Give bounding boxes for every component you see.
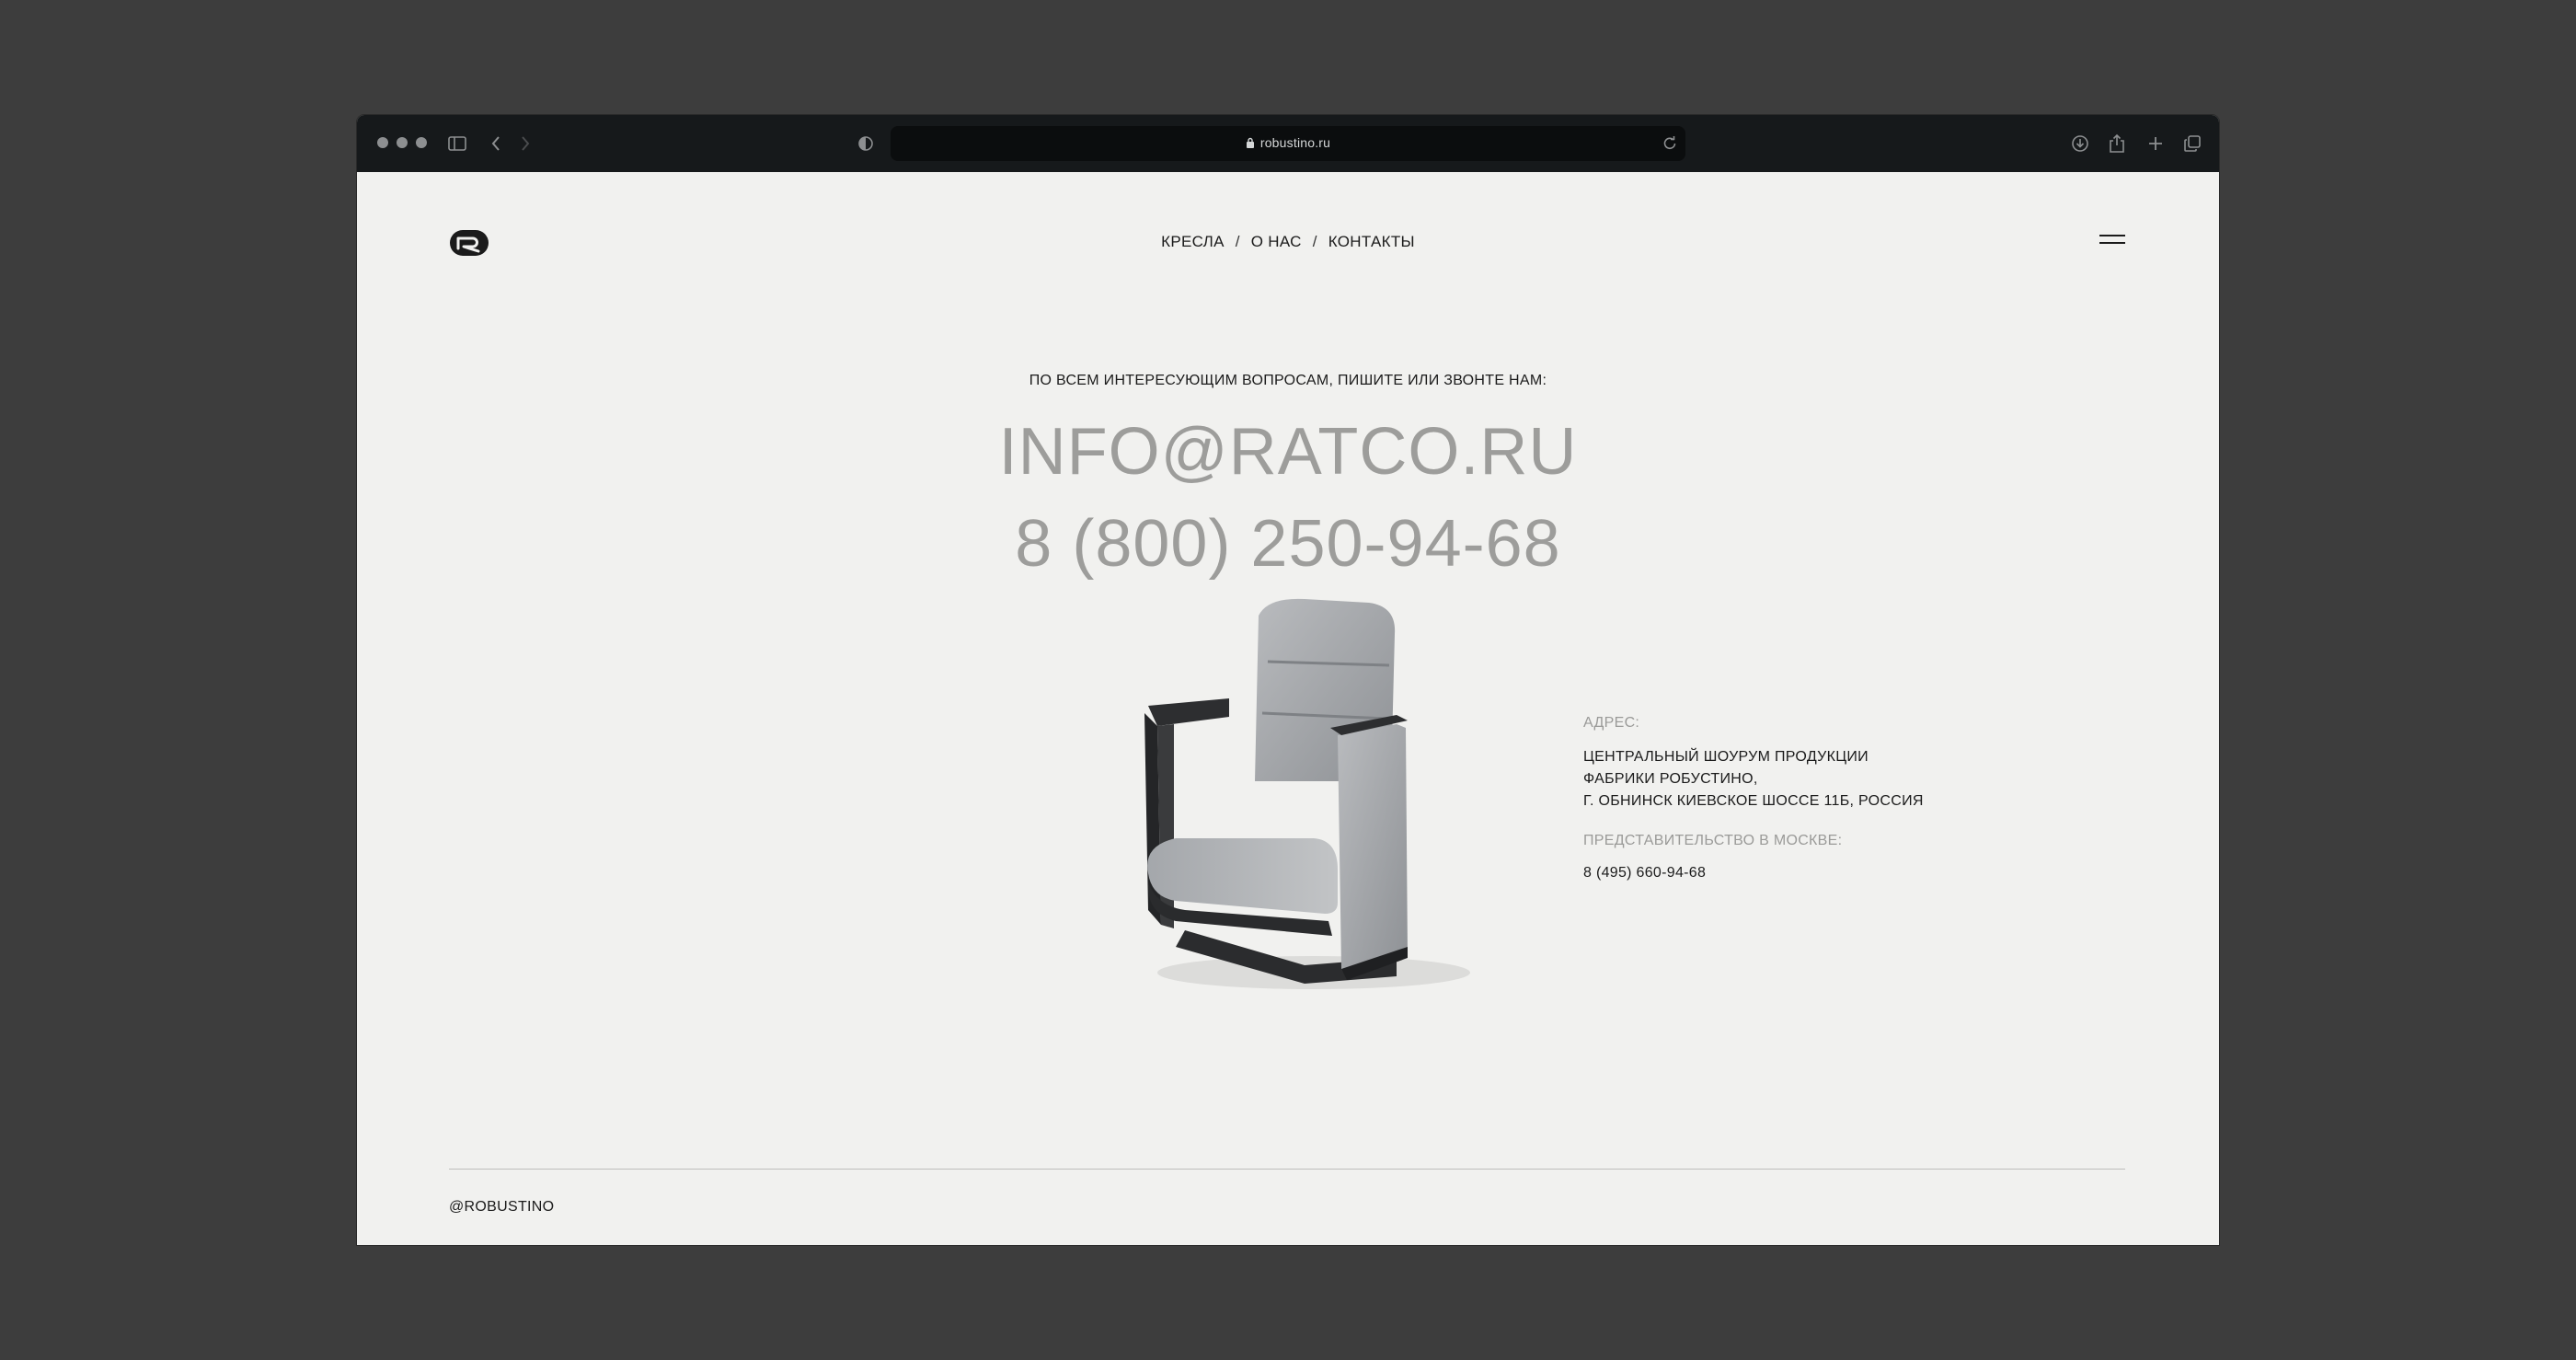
browser-toolbar: robustino.ru xyxy=(357,115,2219,172)
lock-icon xyxy=(1246,137,1254,148)
footer-divider xyxy=(449,1169,2125,1170)
footer-social-handle[interactable]: @ROBUSTINO xyxy=(449,1199,554,1216)
window-controls xyxy=(377,133,427,152)
minimize-window-dot[interactable] xyxy=(397,137,408,148)
address-block: АДРЕС: ЦЕНТРАЛЬНЫЙ ШОУРУМ ПРОДУКЦИИ ФАБР… xyxy=(1583,715,1924,884)
page-content: КРЕСЛА / О НАС / КОНТАКТЫ ПО ВСЕМ ИНТЕРЕСУЮЩ… xyxy=(357,172,2219,1245)
nav-separator: / xyxy=(1235,233,1240,250)
address-line: Г. ОБНИНСК КИЕВСКОЕ ШОССЕ 11Б, РОССИЯ xyxy=(1583,793,1924,809)
url-text: robustino.ru xyxy=(1259,135,1331,150)
reload-icon[interactable] xyxy=(1660,133,1680,154)
close-window-dot[interactable] xyxy=(377,137,388,148)
url-display[interactable]: robustino.ru xyxy=(891,135,1685,150)
zoom-window-dot[interactable] xyxy=(416,137,427,148)
chair-image xyxy=(1121,597,1507,1002)
address-line: ЦЕНТРАЛЬНЫЙ ШОУРУМ ПРОДУКЦИИ xyxy=(1583,749,1869,765)
main-nav: КРЕСЛА / О НАС / КОНТАКТЫ xyxy=(357,233,2219,251)
browser-window: robustino.ru КРЕСЛА / О НАС / КОНТАКТЫ П… xyxy=(357,115,2219,1245)
nav-item-about[interactable]: О НАС xyxy=(1251,233,1302,250)
burger-line xyxy=(2099,242,2125,244)
nav-item-chairs[interactable]: КРЕСЛА xyxy=(1161,233,1225,250)
share-icon[interactable] xyxy=(2105,132,2129,156)
contact-phone-link[interactable]: 8 (800) 250-94-68 xyxy=(357,511,2219,577)
menu-burger-icon[interactable] xyxy=(2099,235,2125,249)
back-arrow-icon[interactable] xyxy=(484,132,508,156)
new-tab-plus-icon[interactable] xyxy=(2144,132,2168,156)
address-line: ФАБРИКИ РОБУСТИНО, xyxy=(1583,771,1758,787)
download-icon[interactable] xyxy=(2068,132,2092,156)
nav-separator: / xyxy=(1312,233,1317,250)
moscow-office-phone[interactable]: 8 (495) 660-94-68 xyxy=(1583,862,1924,884)
nav-item-contacts[interactable]: КОНТАКТЫ xyxy=(1328,233,1415,250)
forward-arrow-icon[interactable] xyxy=(513,132,537,156)
burger-line xyxy=(2099,235,2125,236)
address-bar[interactable]: robustino.ru xyxy=(891,126,1685,161)
tab-overview-icon[interactable] xyxy=(2180,132,2204,156)
sidebar-toggle-icon[interactable] xyxy=(445,132,469,156)
moscow-office-label: ПРЕДСТАВИТЕЛЬСТВО В МОСКВЕ: xyxy=(1583,833,1843,848)
privacy-shield-icon[interactable] xyxy=(854,132,878,156)
address-label: АДРЕС: xyxy=(1583,715,1640,731)
contact-email-link[interactable]: INFO@RATCO.RU xyxy=(357,419,2219,485)
contact-intro: ПО ВСЕМ ИНТЕРЕСУЮЩИМ ВОПРОСАМ, ПИШИТЕ ИЛ… xyxy=(1029,373,1547,388)
